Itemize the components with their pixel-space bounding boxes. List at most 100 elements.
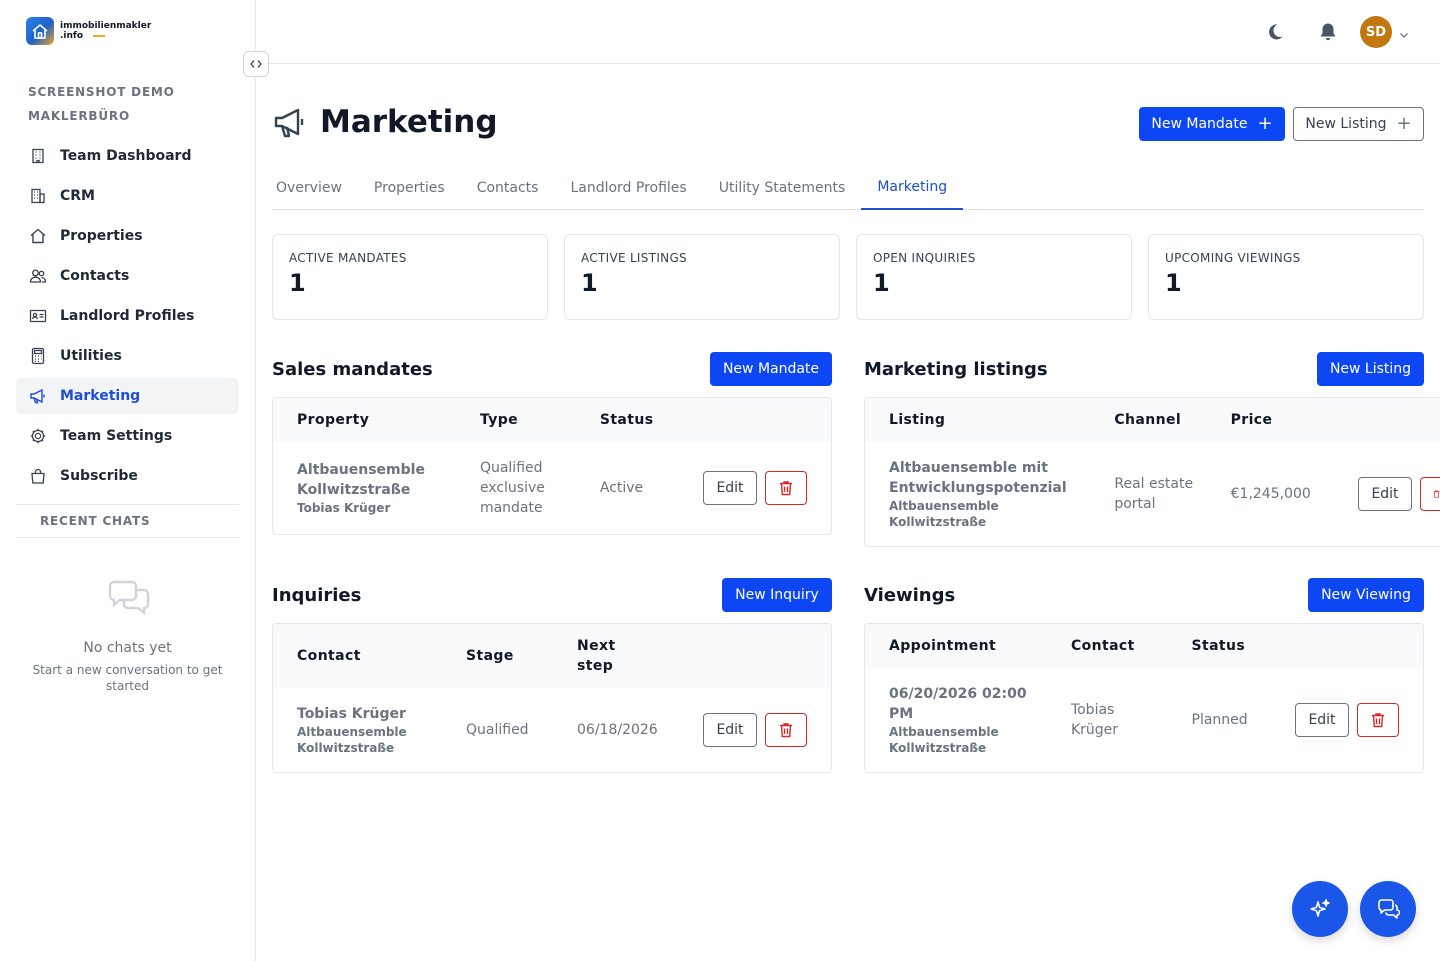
chevron-down-icon[interactable] (1398, 26, 1410, 45)
column-header: Listing (865, 398, 1091, 442)
new-mandate-button[interactable]: New Mandate (710, 352, 832, 386)
status-text: Active (599, 480, 644, 496)
edit-button[interactable]: Edit (1295, 703, 1349, 737)
new-listing-header-button[interactable]: New Listing + (1293, 107, 1424, 141)
org-line1: SCREENSHOT DEMO (28, 85, 175, 99)
sidebar-item-label: Properties (60, 228, 143, 244)
sidebar-collapse-button[interactable] (243, 51, 269, 77)
sales-mandates-panel: Sales mandates New Mandate Property Type… (272, 352, 832, 535)
viewings-table: Appointment Contact Status 06/20/2026 02… (865, 624, 1423, 772)
sidebar-item-marketing[interactable]: Marketing (16, 378, 239, 414)
sidebar-item-utilities[interactable]: Utilities (16, 338, 239, 374)
mandates-table: Property Type Status Altbauensemble Koll… (273, 398, 831, 534)
buildings-icon (28, 186, 48, 206)
page-title: Marketing (320, 104, 498, 140)
new-viewing-button[interactable]: New Viewing (1308, 578, 1424, 612)
mandate-type: Qualified exclusive mandate (479, 460, 545, 516)
column-header: Type (455, 398, 576, 442)
table-row: Tobias Krüger Altbauensemble Kollwitzstr… (273, 688, 831, 772)
building-icon (28, 146, 48, 166)
no-chats-subtitle: Start a new conversation to get started (32, 663, 223, 693)
viewings-panel: Viewings New Viewing Appointment Contact… (864, 578, 1424, 773)
avatar[interactable]: SD (1360, 16, 1392, 48)
column-header: Contact (273, 624, 442, 688)
edit-button[interactable]: Edit (1358, 477, 1412, 511)
viewings-table-card: Appointment Contact Status 06/20/2026 02… (864, 623, 1424, 773)
stat-card-active-listings: ACTIVE LISTINGS 1 (564, 234, 840, 320)
delete-button[interactable] (1420, 477, 1440, 511)
shopping-bag-icon (28, 466, 48, 486)
calculator-icon (28, 346, 48, 366)
new-listing-button[interactable]: New Listing (1317, 352, 1424, 386)
edit-button[interactable]: Edit (703, 713, 757, 747)
new-inquiry-button[interactable]: New Inquiry (722, 578, 832, 612)
contact-name: Tobias Krüger (297, 706, 406, 722)
tab-properties[interactable]: Properties (358, 170, 461, 210)
property-name: Altbauensemble Kollwitzstraße (889, 725, 999, 755)
property-name: Altbauensemble Kollwitzstraße (889, 499, 999, 529)
recent-chats-header: RECENT CHATS (16, 504, 239, 538)
org-line2: MAKLERBÜRO (28, 109, 130, 123)
sidebar-nav: Team Dashboard CRM Properties Contacts L… (16, 138, 239, 498)
delete-button[interactable] (765, 713, 807, 747)
sidebar: immobilienmakler .info SCREENSHOT DEMO M… (0, 0, 256, 961)
listing-title: Altbauensemble mit Entwicklungspotenzial (889, 460, 1067, 496)
moon-icon[interactable] (1264, 21, 1286, 43)
stat-card-active-mandates: ACTIVE MANDATES 1 (272, 234, 548, 320)
tab-marketing[interactable]: Marketing (861, 170, 964, 210)
sidebar-item-label: Subscribe (60, 468, 138, 484)
stage-text: Qualified (466, 722, 529, 738)
sidebar-item-label: Utilities (60, 348, 122, 364)
next-step-date: 06/18/2026 (577, 722, 658, 738)
sidebar-item-team-dashboard[interactable]: Team Dashboard (16, 138, 239, 174)
bell-icon[interactable] (1317, 21, 1339, 43)
chat-button[interactable] (1360, 881, 1416, 937)
stat-card-open-inquiries: OPEN INQUIRIES 1 (856, 234, 1132, 320)
sidebar-item-landlord-profiles[interactable]: Landlord Profiles (16, 298, 239, 334)
sidebar-item-properties[interactable]: Properties (16, 218, 239, 254)
tab-overview[interactable]: Overview (272, 170, 358, 210)
table-row: 06/20/2026 02:00 PM Altbauensemble Kollw… (865, 668, 1423, 772)
tab-utility-statements[interactable]: Utility Statements (703, 170, 862, 210)
sidebar-item-team-settings[interactable]: Team Settings (16, 418, 239, 454)
column-header: Status (1167, 624, 1271, 668)
sparkles-icon (1310, 899, 1330, 917)
panel-title: Inquiries (272, 584, 362, 606)
chat-bubbles-icon (108, 580, 149, 616)
column-header: Price (1206, 398, 1334, 442)
trash-icon (1372, 713, 1384, 728)
inquiries-table-card: Contact Stage Next step Tobias Krüger Al… (272, 623, 832, 773)
table-row: Altbauensemble mit Entwicklungspotenzial… (865, 442, 1440, 546)
stat-label: ACTIVE MANDATES (289, 251, 407, 265)
delete-button[interactable] (765, 471, 807, 505)
logo[interactable]: immobilienmakler .info (26, 17, 151, 45)
delete-button[interactable] (1357, 703, 1399, 737)
stat-value: 1 (581, 269, 598, 297)
column-header: Stage (442, 624, 553, 688)
contact-name: Tobias Krüger (297, 501, 391, 515)
panel-title: Marketing listings (864, 358, 1048, 380)
sidebar-item-label: Marketing (60, 388, 141, 404)
column-header: Property (273, 398, 456, 442)
gear-icon (28, 426, 48, 446)
megaphone-icon (274, 108, 304, 138)
ai-assistant-button[interactable] (1292, 881, 1348, 937)
listings-table-card: Listing Channel Price Altbauensemble mit… (864, 397, 1440, 547)
page-header: Marketing (272, 104, 498, 140)
stats-row: ACTIVE MANDATES 1 ACTIVE LISTINGS 1 OPEN… (272, 234, 1424, 320)
column-header: Channel (1090, 398, 1207, 442)
sidebar-item-subscribe[interactable]: Subscribe (16, 458, 239, 494)
new-mandate-header-button[interactable]: New Mandate + (1139, 107, 1285, 141)
inquiries-table: Contact Stage Next step Tobias Krüger Al… (273, 624, 831, 772)
edit-button[interactable]: Edit (703, 471, 757, 505)
trash-icon (1433, 490, 1440, 498)
tab-contacts[interactable]: Contacts (461, 170, 555, 210)
trash-icon (780, 723, 792, 738)
panel-title: Viewings (864, 584, 956, 606)
no-chats-title: No chats yet (83, 640, 172, 656)
trash-icon (780, 481, 792, 496)
sidebar-item-contacts[interactable]: Contacts (16, 258, 239, 294)
mandates-table-card: Property Type Status Altbauensemble Koll… (272, 397, 832, 535)
tab-landlord-profiles[interactable]: Landlord Profiles (554, 170, 702, 210)
sidebar-item-crm[interactable]: CRM (16, 178, 239, 214)
